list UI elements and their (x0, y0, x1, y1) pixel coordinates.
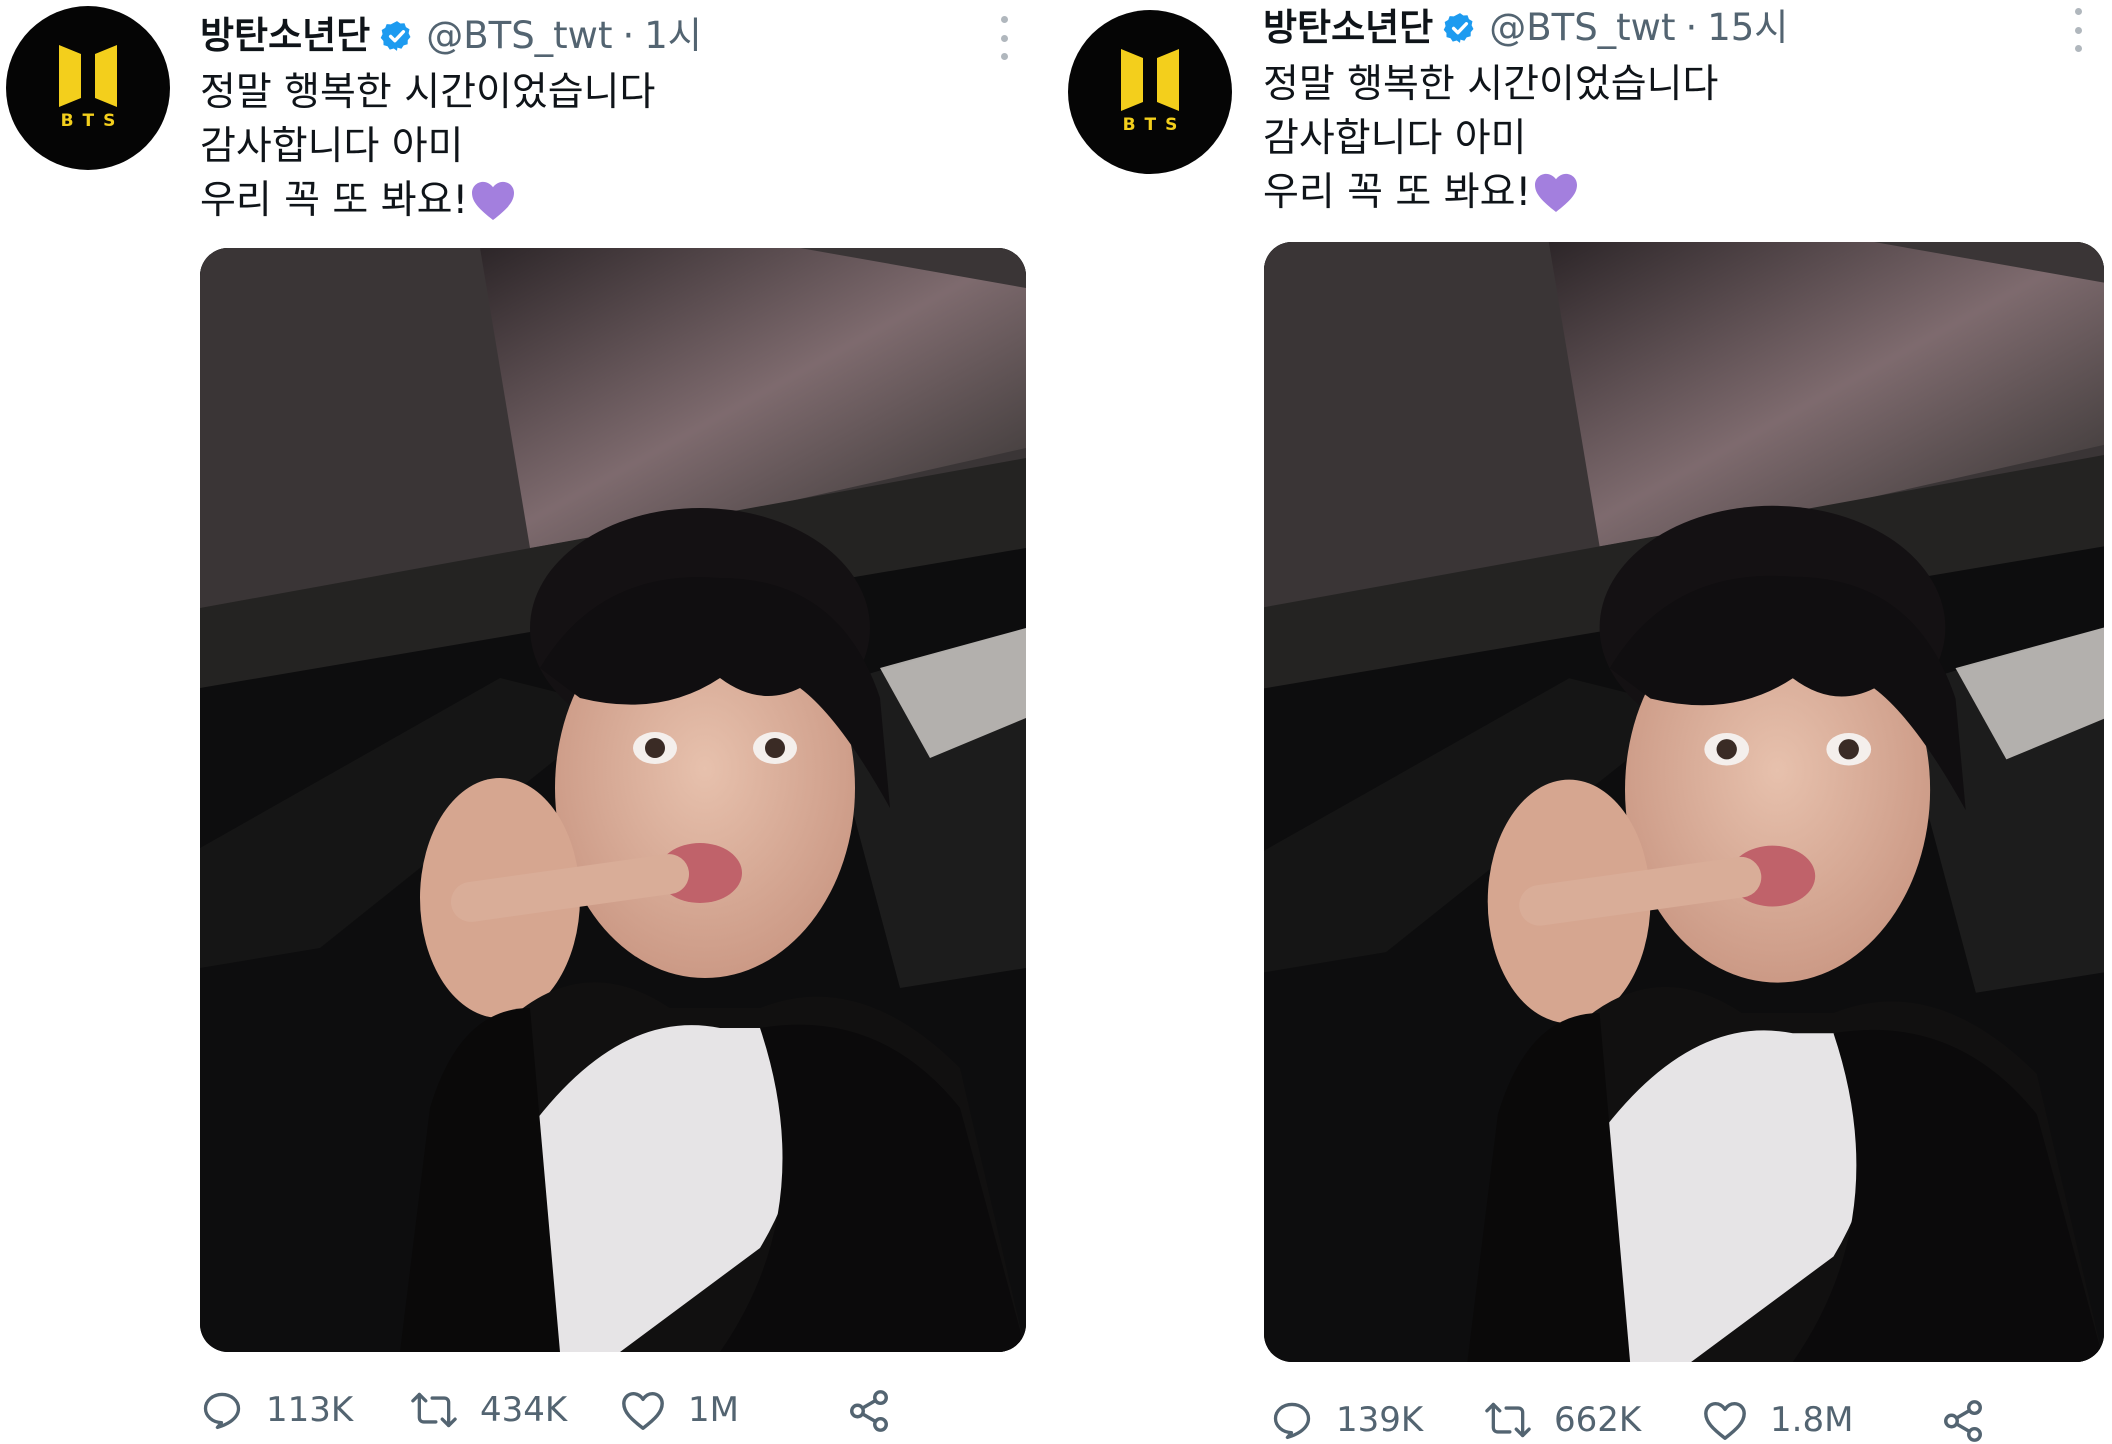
verified-badge-icon (380, 19, 414, 53)
share-button[interactable] (846, 1388, 914, 1434)
retweet-count: 662K (1554, 1400, 1642, 1440)
tweet-header: 방탄소년단 @BTS_twt · 1시 (200, 14, 702, 58)
more-options-icon[interactable] (2068, 8, 2088, 52)
tweet-photo[interactable] (1264, 242, 2104, 1362)
display-name[interactable]: 방탄소년단 (1263, 6, 1433, 50)
retweet-button[interactable]: 662K (1484, 1398, 1641, 1442)
retweet-icon (1484, 1398, 1532, 1442)
tweet-text-line: 감사합니다 아미 (1263, 116, 1527, 161)
avatar-logo-text: BTS (1122, 115, 1187, 135)
tweet-text-line: 우리 꼭 또 봐요! (1263, 170, 1532, 215)
tweet-text: 정말 행복한 시간이었습니다 감사합니다 아미 우리 꼭 또 봐요! (200, 66, 655, 236)
reply-icon (1270, 1398, 1314, 1442)
avatar[interactable]: BTS (1068, 10, 1232, 174)
like-button[interactable]: 1.8M (1702, 1398, 1853, 1442)
retweet-icon (410, 1388, 458, 1432)
tweet-header: 방탄소년단 @BTS_twt · 15시 (1263, 6, 1788, 50)
header-separator: · (1685, 6, 1698, 49)
retweet-count: 434K (480, 1390, 568, 1430)
share-button[interactable] (1940, 1398, 2008, 1444)
like-icon (620, 1388, 666, 1432)
tweet-card[interactable]: BTS 방탄소년단 @BTS_twt · 15시 정말 행복한 시간이었습니다 … (1060, 0, 2104, 1442)
reply-icon (200, 1388, 244, 1432)
user-handle[interactable]: @BTS_twt (426, 14, 612, 58)
display-name[interactable]: 방탄소년단 (200, 14, 370, 58)
avatar-logo-text: BTS (60, 111, 125, 131)
tweet-text-line: 감사합니다 아미 (200, 124, 464, 169)
like-button[interactable]: 1M (620, 1388, 739, 1432)
purple-heart-emoji-icon (470, 179, 516, 236)
tweet-card[interactable]: BTS 방탄소년단 @BTS_twt · 1시 정말 행복한 시간이었습니다 감… (0, 0, 1040, 1434)
tweet-photo[interactable] (200, 248, 1026, 1352)
like-count: 1M (688, 1390, 739, 1430)
reply-button[interactable]: 113K (200, 1388, 353, 1432)
more-options-icon[interactable] (994, 16, 1014, 60)
reply-count: 139K (1336, 1400, 1424, 1440)
reply-count: 113K (266, 1390, 354, 1430)
tweet-text-line: 우리 꼭 또 봐요! (200, 178, 469, 223)
share-icon (846, 1388, 892, 1434)
retweet-button[interactable]: 434K (410, 1388, 567, 1432)
timestamp[interactable]: 1시 (644, 14, 702, 58)
timestamp[interactable]: 15시 (1707, 6, 1788, 50)
tweet-text-line: 정말 행복한 시간이었습니다 (200, 70, 656, 115)
share-icon (1940, 1398, 1986, 1444)
bts-logo-icon (1121, 49, 1179, 111)
tweet-text: 정말 행복한 시간이었습니다 감사합니다 아미 우리 꼭 또 봐요! (1263, 58, 1718, 228)
avatar[interactable]: BTS (6, 6, 170, 170)
user-handle[interactable]: @BTS_twt (1489, 6, 1675, 50)
like-count: 1.8M (1770, 1400, 1854, 1440)
like-icon (1702, 1398, 1748, 1442)
verified-badge-icon (1443, 11, 1477, 45)
tweet-actions: 139K 662K 1.8M (1270, 1398, 2050, 1444)
reply-button[interactable]: 139K (1270, 1398, 1423, 1442)
tweet-actions: 113K 434K 1M (200, 1388, 960, 1434)
tweet-text-line: 정말 행복한 시간이었습니다 (1263, 62, 1719, 107)
header-separator: · (622, 14, 635, 57)
purple-heart-emoji-icon (1533, 171, 1579, 228)
bts-logo-icon (59, 45, 117, 107)
